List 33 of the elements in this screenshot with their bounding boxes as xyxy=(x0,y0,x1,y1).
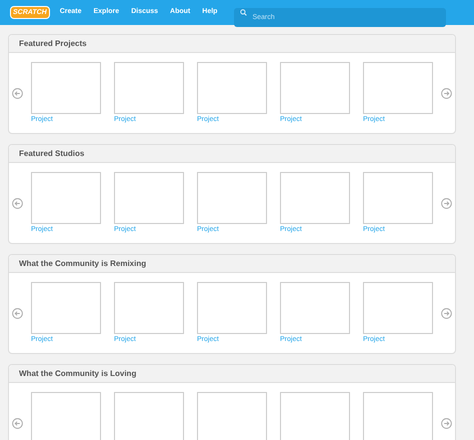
project-thumbnail[interactable] xyxy=(31,392,101,440)
arrow-right-icon[interactable] xyxy=(441,418,452,428)
project-thumbnail[interactable] xyxy=(363,392,433,440)
project-thumbnail[interactable] xyxy=(31,172,101,224)
section-title: What the Community is Loving xyxy=(19,368,136,380)
project-thumbnail[interactable] xyxy=(280,282,350,334)
arrow-left-icon[interactable] xyxy=(12,88,23,98)
project-thumbnail[interactable] xyxy=(363,282,433,334)
project-thumbnail[interactable] xyxy=(363,172,433,224)
arrow-left-icon[interactable] xyxy=(12,418,23,428)
section-title: Featured Studios xyxy=(19,148,84,160)
project-thumbnail[interactable] xyxy=(114,282,184,334)
project-thumbnail[interactable] xyxy=(363,62,433,114)
project-thumbnail[interactable] xyxy=(280,172,350,224)
project-thumbnail[interactable] xyxy=(114,62,184,114)
arrow-right-icon[interactable] xyxy=(441,198,452,208)
search-icon xyxy=(240,9,248,16)
project-thumbnail[interactable] xyxy=(197,172,267,224)
project-thumbnail[interactable] xyxy=(114,172,184,224)
arrow-right-icon[interactable] xyxy=(441,308,452,318)
project-thumbnail[interactable] xyxy=(197,282,267,334)
arrow-left-icon[interactable] xyxy=(12,308,23,318)
section-title: Featured Projects xyxy=(19,38,87,50)
project-thumbnail[interactable] xyxy=(280,392,350,440)
project-thumbnail[interactable] xyxy=(280,62,350,114)
project-thumbnail[interactable] xyxy=(197,392,267,440)
arrow-left-icon[interactable] xyxy=(12,198,23,208)
arrow-right-icon[interactable] xyxy=(441,88,452,98)
project-thumbnail[interactable] xyxy=(197,62,267,114)
project-thumbnail[interactable] xyxy=(31,62,101,114)
project-thumbnail[interactable] xyxy=(114,392,184,440)
project-thumbnail[interactable] xyxy=(31,282,101,334)
section-title: What the Community is Remixing xyxy=(19,258,146,270)
